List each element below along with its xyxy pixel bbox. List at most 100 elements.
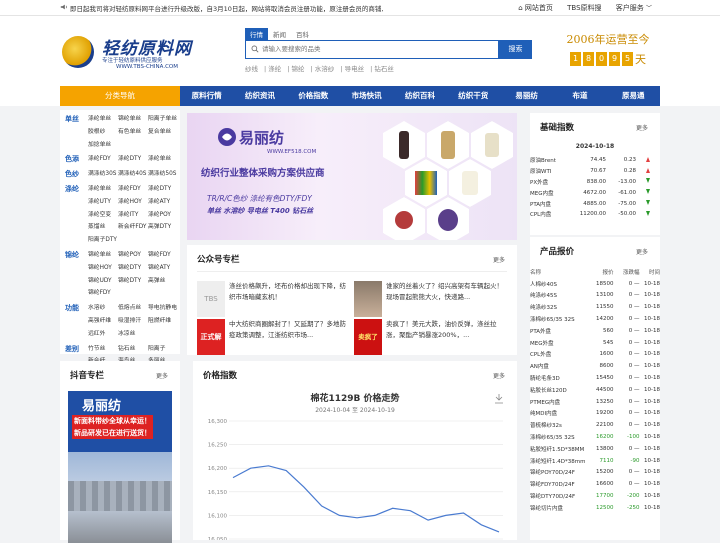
sidebar-item[interactable]: 涤纶ITY (118, 209, 148, 222)
nav-item[interactable]: 原易通 (607, 86, 660, 106)
sidebar-item[interactable]: 竹节丝 (88, 343, 118, 356)
table-row[interactable]: 纯MDI内盘192000 —10-18 (530, 408, 660, 420)
table-row[interactable]: 纯涤纱45S131000 —10-18 (530, 290, 660, 302)
news-item[interactable]: 谁家的丝着火了？绍兴高架有车辆起火！现场冒起熊熊大火，快递路... (354, 281, 502, 317)
table-row[interactable]: 腈纶毛条3D154500 —10-18 (530, 372, 660, 384)
sidebar-item[interactable]: 阳离子DTY (88, 234, 118, 247)
sidebar-item[interactable]: 涤纶单丝 (88, 113, 118, 126)
sidebar-item[interactable]: 阳离子 (148, 343, 178, 356)
sidebar-item[interactable]: 高弹DTY (148, 221, 178, 234)
hot-keyword[interactable]: 纱线 (245, 65, 258, 73)
sidebar-item[interactable]: 涤纶UTY (88, 196, 118, 209)
sidebar-item[interactable]: 涤纶POY (148, 209, 178, 222)
index-row[interactable]: 原油Brent74.450.23 (530, 155, 660, 166)
sidebar-item[interactable]: 涤纶空变 (88, 209, 118, 222)
nav-item[interactable]: 市场快讯 (340, 86, 393, 106)
douyin-video-thumbnail[interactable]: 易丽纺 新面料带纱全球从幸运！ 新品研发已在进行送货！ (68, 391, 172, 543)
sidebar-item[interactable]: 涤纶FDY (88, 153, 118, 166)
hot-keyword[interactable]: 水溶纱 (315, 65, 335, 73)
nav-item[interactable]: 原料行情 (180, 86, 233, 106)
sidebar-item[interactable]: 涤纶DTY (148, 183, 178, 196)
table-row[interactable]: PTMEG内盘132500 —10-18 (530, 396, 660, 408)
hot-keyword[interactable]: 钻石丝 (374, 65, 394, 73)
sidebar-item[interactable]: 新会纤FDY (118, 221, 148, 234)
sidebar-item[interactable]: 锦纶POY (118, 249, 148, 262)
index-row[interactable]: 原油WTI70.670.28 (530, 166, 660, 177)
sidebar-item[interactable]: 满涤纺40S (118, 168, 148, 181)
table-row[interactable]: AN内盘86000 —10-18 (530, 360, 660, 372)
sidebar-item[interactable]: 阻燃纤维 (148, 315, 178, 328)
table-row[interactable]: 粘胶长丝120D445000 —10-18 (530, 384, 660, 396)
sidebar-item[interactable]: 锦纶单丝 (118, 113, 148, 126)
table-row[interactable]: 锦纶切片内盘12500-25010-18 (530, 502, 660, 514)
sidebar-item[interactable]: 蒸馏丝 (88, 221, 118, 234)
sidebar-item[interactable]: 胶根纱 (88, 126, 118, 139)
nav-item[interactable]: 纺织资讯 (233, 86, 286, 106)
sidebar-item[interactable]: 冰凉丝 (118, 328, 148, 341)
nav-item[interactable]: 布道 (553, 86, 606, 106)
hot-keyword[interactable]: 锦纶 (292, 65, 305, 73)
tbs-search-link[interactable]: TBS原料搜 (567, 4, 601, 12)
more-link[interactable]: 更多 (636, 123, 648, 132)
sidebar-item[interactable]: 水溶纱 (88, 302, 118, 315)
news-item[interactable]: 正式解 中大纺织商圈解封了！又延期了？多地防疫政策调整，江浙纺织市场... (197, 319, 345, 355)
table-row[interactable]: PTA外盘5600 —10-18 (530, 325, 660, 337)
download-icon[interactable] (495, 394, 503, 403)
more-link[interactable]: 更多 (493, 255, 505, 264)
sidebar-item[interactable]: 吸湿排汗 (118, 315, 148, 328)
table-row[interactable]: MEG外盘5450 —10-18 (530, 337, 660, 349)
sidebar-item[interactable]: 涤纶DTY (118, 153, 148, 166)
sidebar-item[interactable]: 阳离子单丝 (148, 113, 178, 126)
table-row[interactable]: 锦纶POY70D/24F152000 —10-18 (530, 467, 660, 479)
table-row[interactable]: 人棉纱40S185000 —10-18 (530, 278, 660, 290)
category-nav-button[interactable]: 分类导航 (60, 86, 180, 106)
sidebar-item[interactable]: 锦纶FDY (88, 287, 118, 300)
table-row[interactable]: 普梳棉纱32s221000 —10-18 (530, 419, 660, 431)
sidebar-item[interactable]: 锦纶DTY (118, 262, 148, 275)
index-row[interactable]: PX外盘838.00-13.00 (530, 177, 660, 188)
sidebar-item[interactable]: 高弹丝 (148, 275, 178, 288)
sidebar-item[interactable]: 锦纶FDY (148, 249, 178, 262)
customer-service-link[interactable]: 客户服务 ﹀ (616, 4, 652, 12)
index-row[interactable]: MEG内盘4672.00-61.00 (530, 187, 660, 198)
promo-banner[interactable]: 易丽纺 WWW.EF518.COM 纺织行业整体采购方案供应商 TR/R/C色纱… (187, 113, 517, 240)
search-input[interactable] (262, 43, 492, 55)
sidebar-item[interactable]: 满涤纺50S (148, 168, 178, 181)
sidebar-item[interactable]: 远红外 (88, 328, 118, 341)
sidebar-item[interactable]: 锦纶ATY (148, 262, 178, 275)
index-row[interactable]: CPL内盘11200.00-50.00 (530, 209, 660, 220)
search-tab-news[interactable]: 新闻 (268, 28, 291, 40)
search-tab-wiki[interactable]: 百科 (291, 28, 314, 40)
nav-item[interactable]: 纺织干货 (447, 86, 500, 106)
sidebar-item[interactable]: 涤纶FDY (118, 183, 148, 196)
search-button[interactable]: 搜索 (499, 40, 532, 59)
sidebar-item[interactable]: 导电抗静电 (148, 302, 178, 315)
nav-item[interactable]: 价格指数 (287, 86, 340, 106)
sidebar-item[interactable]: 锦纶单丝 (88, 249, 118, 262)
sidebar-item[interactable]: 钻石丝 (118, 343, 148, 356)
sidebar-item[interactable]: 锦纶UDY (88, 275, 118, 288)
site-logo[interactable]: 轻纺原料网 专注于轻纺原料供应服务 WWW.TBS-CHINA.COM (62, 34, 192, 84)
table-row[interactable]: 纯涤纱32S115500 —10-18 (530, 301, 660, 313)
sidebar-item[interactable]: 锦纶DTY (118, 275, 148, 288)
nav-item[interactable]: 易丽纺 (500, 86, 553, 106)
table-row[interactable]: 粘胶短纤1.5D*38MM138000 —10-18 (530, 443, 660, 455)
notice-text[interactable]: 即日起我司将对轻纺原料网平台进行升级改版，自3月10日起，网站将取消会员注册功能… (70, 3, 383, 13)
sidebar-item[interactable]: 低熔点丝 (118, 302, 148, 315)
hot-keyword[interactable]: 导电丝 (345, 65, 365, 73)
search-tab-market[interactable]: 行情 (245, 28, 268, 40)
sidebar-item[interactable]: 涤纶HOY (118, 196, 148, 209)
news-item[interactable]: TBS 涤丝价格飙升，坯布价格却出现下降，纺织市场暗藏玄机！ (197, 281, 345, 317)
sidebar-item[interactable]: 加捻单丝 (88, 139, 118, 152)
nav-item[interactable]: 纺织百科 (393, 86, 446, 106)
sidebar-item[interactable]: 复合单丝 (148, 126, 178, 139)
index-row[interactable]: PTA内盘4885.00-75.00 (530, 198, 660, 209)
home-link[interactable]: ⌂ 网站首页 (518, 4, 553, 12)
table-row[interactable]: 涤棉纱65/35 32S16200-10010-18 (530, 431, 660, 443)
more-link[interactable]: 更多 (636, 247, 648, 256)
hot-keyword[interactable]: 涤纶 (268, 65, 281, 73)
sidebar-item[interactable]: 涤纶单丝 (148, 153, 178, 166)
table-row[interactable]: 涤棉纱65/35 32S142000 —10-18 (530, 313, 660, 325)
table-row[interactable]: CPL外盘16000 —10-18 (530, 349, 660, 361)
table-row[interactable]: 涤纶短纤1.4D*38mm7110-9010-18 (530, 455, 660, 467)
